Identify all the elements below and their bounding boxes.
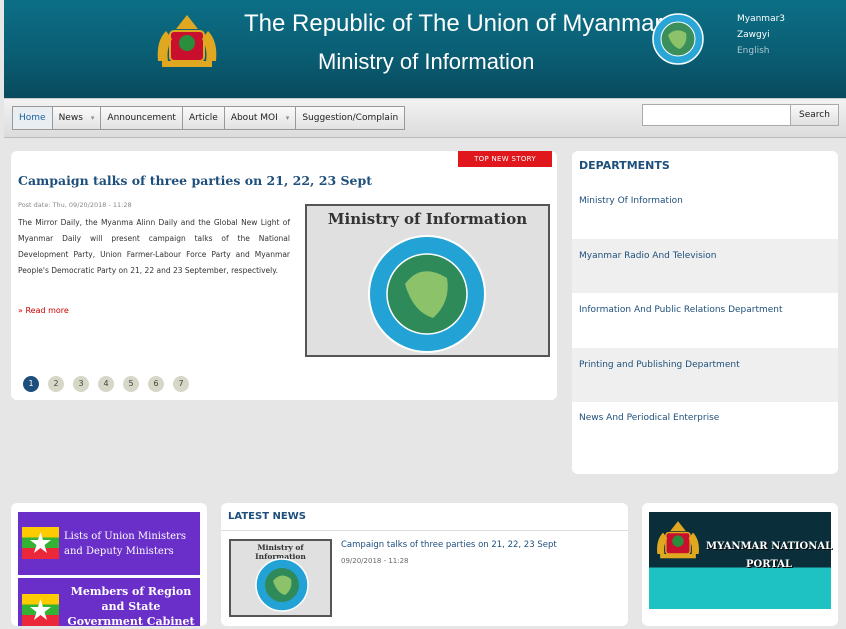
- national-portal-panel: MYANMAR NATIONAL PORTAL: [642, 503, 838, 626]
- story-title[interactable]: Campaign talks of three parties on 21, 2…: [18, 173, 372, 188]
- menu-item-home[interactable]: Home: [13, 107, 53, 129]
- news-item-title[interactable]: Campaign talks of three parties on 21, 2…: [341, 540, 557, 550]
- page-2[interactable]: 2: [48, 376, 64, 392]
- news-item-date: 09/20/2018 - 11:28: [341, 557, 409, 565]
- dept-public-relations[interactable]: Information And Public Relations Departm…: [572, 293, 838, 347]
- state-emblem-icon: [157, 15, 217, 67]
- story-image-title: Ministry of Information: [327, 210, 528, 228]
- read-more-link[interactable]: » Read more: [18, 306, 69, 315]
- page-7[interactable]: 7: [173, 376, 189, 392]
- dept-ministry-of-information[interactable]: Ministry Of Information: [572, 184, 838, 238]
- latest-news-panel: LATEST NEWS Ministry of Information Camp…: [221, 503, 628, 626]
- top-story-panel: TOP NEW STORY Campaign talks of three pa…: [11, 151, 557, 400]
- latest-news-title: LATEST NEWS: [221, 503, 628, 531]
- menu-item-article[interactable]: Article: [183, 107, 225, 129]
- site-subtitle: Ministry of Information: [318, 49, 535, 74]
- post-date: Post date: Thu, 09/20/2018 - 11:28: [18, 201, 132, 209]
- double-chevron-icon: »: [18, 306, 23, 315]
- region-cabinet-banner[interactable]: Members of Region and State Government C…: [18, 578, 200, 628]
- story-body: The Mirror Daily, the Myanma Alinn Daily…: [18, 218, 290, 275]
- menu-item-news[interactable]: News ▾: [53, 107, 102, 129]
- news-thumbnail[interactable]: Ministry of Information: [229, 539, 332, 617]
- dept-radio-television[interactable]: Myanmar Radio And Television: [572, 239, 838, 293]
- ministry-seal-icon: [255, 558, 309, 612]
- lang-zawgyi[interactable]: Zawgyi: [737, 30, 770, 40]
- ministers-list-banner[interactable]: Lists of Union Ministers and Deputy Mini…: [18, 512, 200, 575]
- top-story-badge: TOP NEW STORY: [458, 151, 552, 167]
- menu-item-announcement[interactable]: Announcement: [101, 107, 183, 129]
- departments-title: DEPARTMENTS: [579, 159, 670, 172]
- departments-panel: DEPARTMENTS Ministry Of Information Myan…: [572, 151, 838, 474]
- myanmar-flag-icon: [22, 527, 59, 559]
- dept-printing-publishing[interactable]: Printing and Publishing Department: [572, 348, 838, 402]
- page-4[interactable]: 4: [98, 376, 114, 392]
- page-6[interactable]: 6: [148, 376, 164, 392]
- portal-label-1: MYANMAR NATIONAL: [706, 541, 833, 552]
- ministers-panel: Lists of Union Ministers and Deputy Mini…: [11, 503, 207, 628]
- ministry-seal-icon: [652, 13, 704, 65]
- story-pager: 1 2 3 4 5 6 7: [23, 376, 189, 392]
- page-3[interactable]: 3: [73, 376, 89, 392]
- story-image[interactable]: Ministry of Information: [305, 204, 550, 357]
- myanmar-flag-icon: [22, 594, 59, 626]
- site-header: The Republic of The Union of Myanmar Min…: [4, 0, 846, 98]
- region-cabinet-label: Members of Region and State Government C…: [67, 585, 195, 628]
- chevron-down-icon: ▾: [285, 114, 290, 122]
- menu-item-about[interactable]: About MOI ▾: [225, 107, 297, 129]
- ministry-seal-icon: [368, 235, 486, 353]
- lang-english[interactable]: English: [737, 46, 770, 56]
- chevron-down-icon: ▾: [90, 114, 95, 122]
- site-title: The Republic of The Union of Myanmar: [244, 10, 663, 37]
- portal-label-2: PORTAL: [746, 559, 793, 570]
- page-1[interactable]: 1: [23, 376, 39, 392]
- search-button[interactable]: Search: [790, 104, 839, 126]
- page-5[interactable]: 5: [123, 376, 139, 392]
- menu-item-suggestion[interactable]: Suggestion/Complain: [296, 107, 404, 129]
- main-menu: Home News ▾ Announcement Article About MO…: [12, 106, 406, 130]
- search-input[interactable]: [642, 104, 794, 126]
- national-portal-banner[interactable]: MYANMAR NATIONAL PORTAL: [649, 512, 833, 609]
- lang-myanmar3[interactable]: Myanmar3: [737, 14, 785, 24]
- state-emblem-icon: [657, 521, 699, 559]
- dept-news-periodical[interactable]: News And Periodical Enterprise: [572, 401, 838, 455]
- ministers-list-label: Lists of Union Ministers and Deputy Mini…: [64, 531, 186, 557]
